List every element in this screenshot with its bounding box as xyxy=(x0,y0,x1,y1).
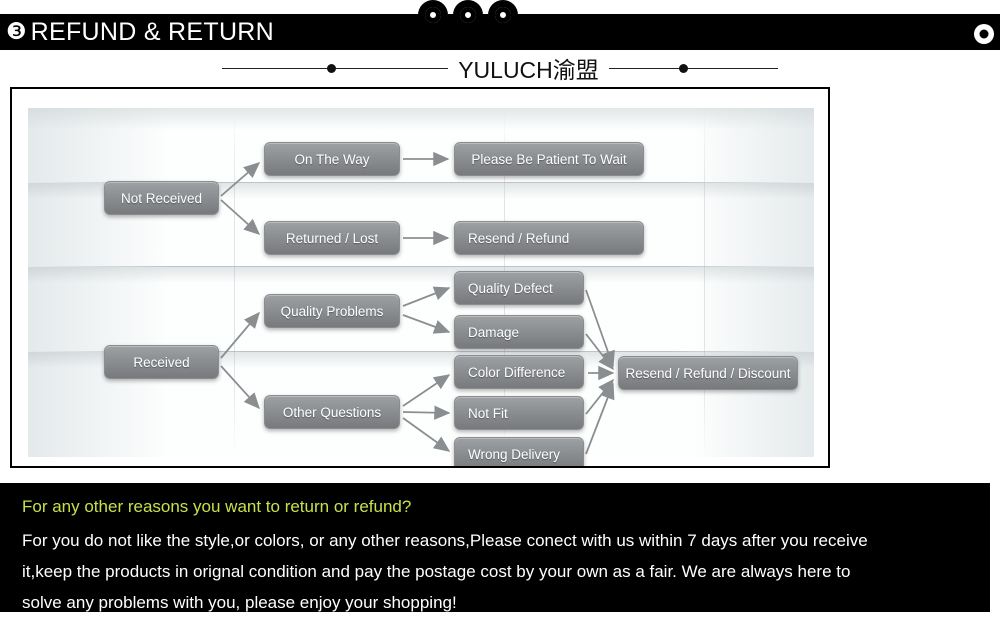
dot-icon-left xyxy=(327,63,337,73)
header-bubble-group xyxy=(418,0,518,32)
flow-node-label: Resend / Refund xyxy=(468,230,570,246)
footer-body-line-2: it,keep the products in orignal conditio… xyxy=(22,562,851,581)
flow-node-label: Wrong Delivery xyxy=(468,446,561,462)
background-shelf-2 xyxy=(28,266,814,283)
flowchart-canvas: Not Received Received On The Way Returne… xyxy=(28,108,814,466)
flow-node-returned-lost[interactable]: Returned / Lost xyxy=(264,221,400,255)
brand-line-right-inner xyxy=(608,67,679,69)
footer-note-block: For any other reasons you want to return… xyxy=(0,483,990,612)
flow-node-received[interactable]: Received xyxy=(104,345,219,379)
brand-line-left-inner xyxy=(336,67,449,69)
footer-body-line-1: For you do not like the style,or colors,… xyxy=(22,531,868,550)
flow-node-wrong-delivery[interactable]: Wrong Delivery xyxy=(454,437,584,466)
background-seam-3 xyxy=(704,108,705,457)
flow-node-quality-defect[interactable]: Quality Defect xyxy=(454,271,584,305)
flow-node-not-fit[interactable]: Not Fit xyxy=(454,396,584,430)
flow-node-label: Color Difference xyxy=(468,364,566,380)
flow-node-label: Quality Problems xyxy=(280,303,384,319)
flow-node-label: Other Questions xyxy=(282,404,382,420)
circle-dot-icon-2 xyxy=(453,0,483,30)
flow-node-on-the-way[interactable]: On The Way xyxy=(264,142,400,176)
circle-dot-icon-1 xyxy=(418,0,448,30)
flow-node-not-received[interactable]: Not Received xyxy=(104,181,219,215)
flow-node-label: Please Be Patient To Wait xyxy=(471,151,627,167)
brand-line-left-outer xyxy=(222,67,328,69)
flowchart-frame: Not Received Received On The Way Returne… xyxy=(10,87,830,468)
flow-node-color-difference[interactable]: Color Difference xyxy=(454,355,584,389)
flow-node-please-be-patient-to-wait[interactable]: Please Be Patient To Wait xyxy=(454,142,644,176)
dot-icon-right xyxy=(678,63,688,73)
flow-node-damage[interactable]: Damage xyxy=(454,315,584,349)
brand-name: YULUCH渝盟 xyxy=(458,57,599,83)
flow-node-label: Damage xyxy=(468,324,520,340)
flow-node-resend-refund[interactable]: Resend / Refund xyxy=(454,221,644,255)
flow-node-label: Received xyxy=(133,354,190,370)
step-number-badge: ❸ xyxy=(6,18,27,45)
flow-node-other-questions[interactable]: Other Questions xyxy=(264,395,400,429)
brand-line-right-outer xyxy=(687,67,778,69)
brand-decoration-left xyxy=(222,63,449,73)
flow-node-resend-refund-discount[interactable]: Resend / Refund / Discount xyxy=(618,356,798,390)
flow-node-label: Returned / Lost xyxy=(285,230,379,246)
footer-body-line-3: solve any problems with you, please enjo… xyxy=(22,593,457,612)
footer-heading: For any other reasons you want to return… xyxy=(22,497,412,516)
page-title: ❸ REFUND & RETURN xyxy=(6,16,274,48)
brand-decoration-right xyxy=(608,63,778,73)
flow-node-label: Quality Defect xyxy=(468,280,553,296)
circle-dot-icon-3 xyxy=(488,0,518,30)
flow-node-label: On The Way xyxy=(294,151,370,167)
flow-node-label: Resend / Refund / Discount xyxy=(625,365,791,381)
flow-node-label: Not Fit xyxy=(468,405,508,421)
page-title-text: REFUND & RETURN xyxy=(30,17,275,46)
flow-node-quality-problems[interactable]: Quality Problems xyxy=(264,294,400,328)
flow-node-label: Not Received xyxy=(120,190,203,206)
brand-row: YULUCH渝盟 xyxy=(0,50,1000,86)
circle-ring-icon xyxy=(974,24,994,44)
background-seam-1 xyxy=(234,108,235,457)
